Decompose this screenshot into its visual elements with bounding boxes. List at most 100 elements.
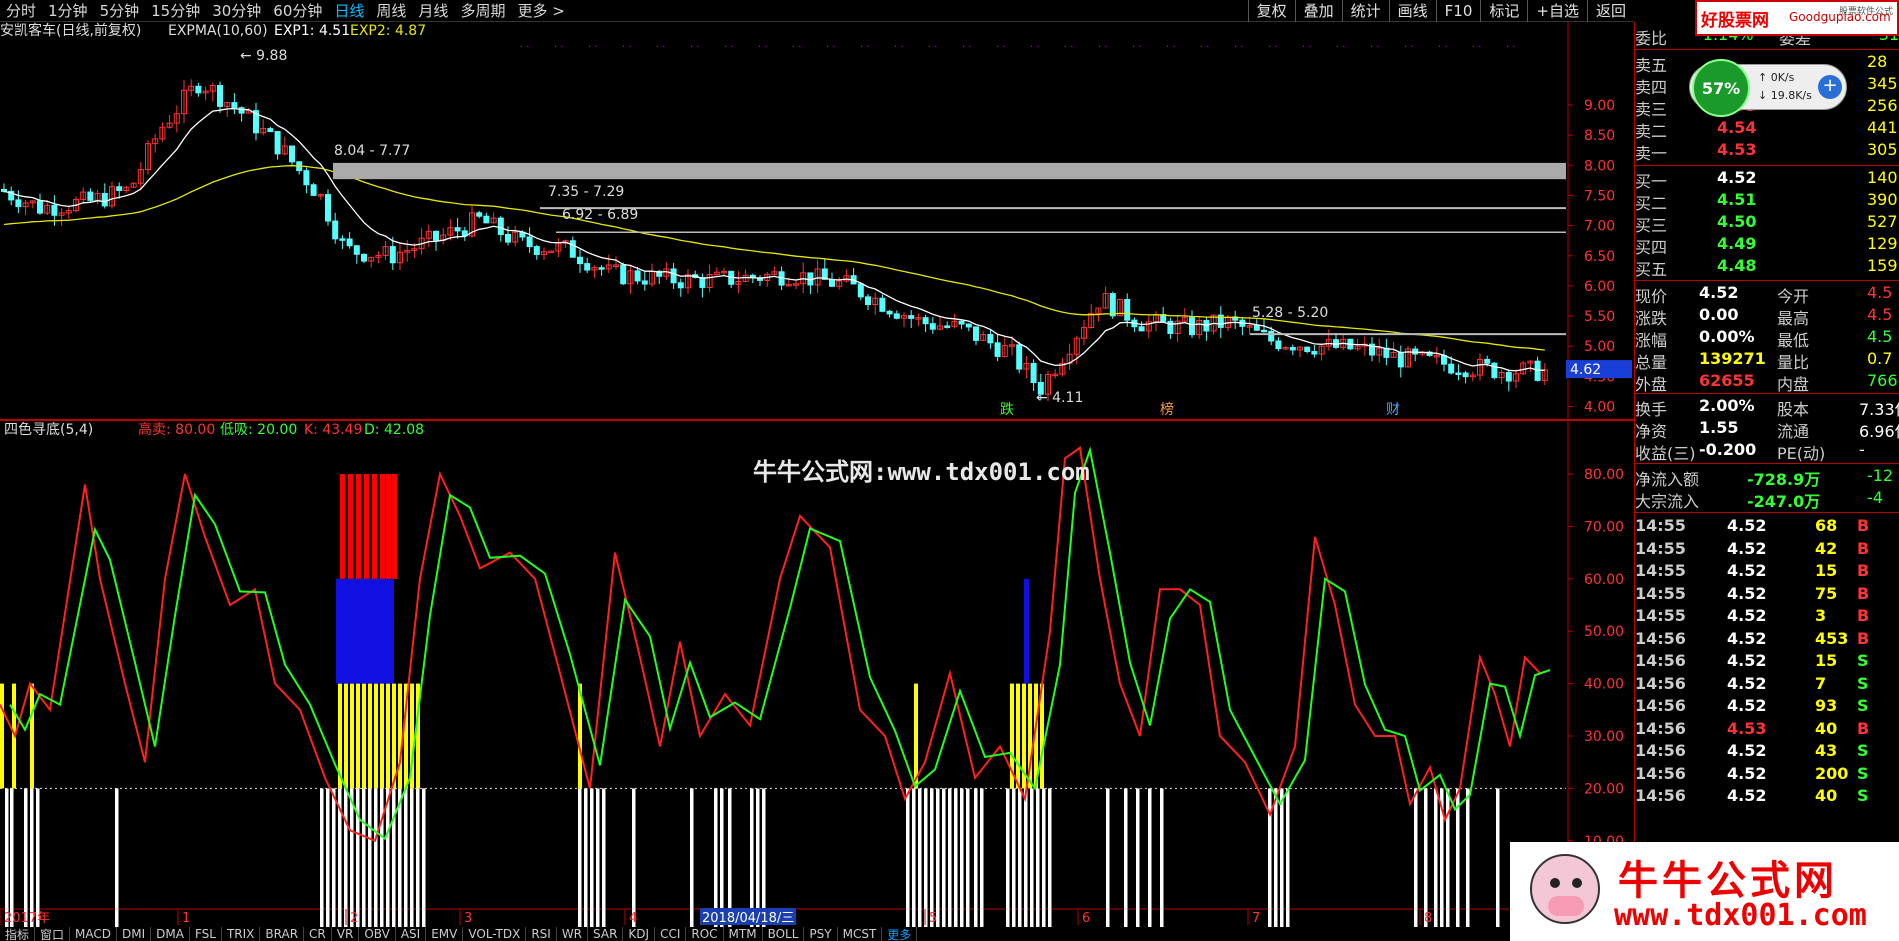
ad-banner-bottom[interactable]: 牛牛公式网 www.tdx001.com	[1510, 842, 1899, 941]
indicator-tab-13[interactable]: VOL-TDX	[463, 927, 527, 941]
period-tab-1[interactable]: 1分钟	[42, 0, 94, 21]
candle-body	[634, 270, 641, 282]
info-dot: · ·	[554, 42, 564, 53]
tick-price: 4.52	[1727, 606, 1767, 625]
tick-price: 4.52	[1727, 763, 1767, 783]
low-zone-bar	[1136, 788, 1140, 927]
candle-body	[922, 317, 929, 325]
indicator-tab-9[interactable]: VR	[332, 927, 360, 941]
buy-price: 4.50	[1717, 212, 1757, 231]
tick-time: 14:56	[1635, 673, 1686, 693]
period-tab-5[interactable]: 60分钟	[267, 0, 328, 21]
buy-price: 4.52	[1717, 168, 1757, 187]
toolbar-button-1[interactable]: 叠加	[1294, 0, 1342, 22]
candle-body	[857, 283, 864, 298]
ind-label: 50.00	[1584, 624, 1624, 640]
tick-time: 14:56	[1635, 763, 1686, 783]
candle-body	[1484, 358, 1491, 364]
indicator-tab-21[interactable]: BOLL	[763, 927, 805, 941]
indicator-tab-4[interactable]: DMA	[151, 927, 190, 941]
tick-volume: 68	[1815, 516, 1838, 535]
d-line	[9, 446, 1551, 841]
tick-row-6: 14:56 4.52 15 S	[1635, 651, 1899, 673]
toolbar-button-3[interactable]: 画线	[1388, 0, 1436, 22]
candle-body	[1397, 351, 1404, 368]
toolbar-button-6[interactable]: +自选	[1527, 0, 1587, 22]
red-zone-bar	[348, 474, 353, 579]
period-tab-3[interactable]: 15分钟	[145, 0, 206, 21]
indicator-tab-14[interactable]: RSI	[526, 927, 557, 941]
toolbar-button-7[interactable]: 返回	[1586, 0, 1634, 22]
info-value: 2.00%	[1699, 396, 1755, 415]
indicator-tab-18[interactable]: CCI	[655, 927, 687, 941]
period-tab-2[interactable]: 5分钟	[94, 0, 146, 21]
period-tab-0[interactable]: 分时	[0, 0, 42, 21]
tick-volume: 42	[1815, 538, 1838, 558]
low-zone-bar	[720, 788, 724, 927]
candle-body	[908, 315, 915, 319]
tick-time: 14:55	[1635, 583, 1686, 603]
plus-icon[interactable]: +	[1818, 75, 1842, 99]
divider	[1635, 393, 1899, 394]
candle-body	[361, 253, 367, 262]
toolbar-button-0[interactable]: 复权	[1247, 0, 1295, 22]
period-tab-6[interactable]: 日线	[328, 0, 370, 21]
flow-value2: -4	[1867, 488, 1883, 507]
toolbar-button-5[interactable]: 标记	[1480, 0, 1527, 22]
blue-zone-block	[336, 578, 394, 684]
tick-time: 14:56	[1635, 628, 1686, 648]
dixi-label: 低吸: 20.00	[220, 422, 297, 438]
indicator-tab-3[interactable]: DMI	[117, 927, 152, 941]
indicator-tab-11[interactable]: ASI	[396, 927, 427, 941]
indicator-tab-2[interactable]: MACD	[70, 927, 118, 941]
period-tab-4[interactable]: 30分钟	[206, 0, 267, 21]
indicator-tab-7[interactable]: BRAR	[260, 927, 305, 941]
indicator-tab-17[interactable]: KDJ	[623, 927, 656, 941]
tick-side: B	[1857, 718, 1870, 738]
indicator-tab-1[interactable]: 窗口	[35, 927, 71, 941]
period-tab-10[interactable]: 更多 >	[511, 0, 570, 21]
indicator-tab-19[interactable]: ROC	[686, 927, 724, 941]
ad-banner-top[interactable]: 好股票网 Goodgupiao.com 股票软件公式	[1695, 0, 1899, 36]
candle-body	[584, 263, 591, 271]
stat-label2: 最低	[1777, 331, 1810, 350]
candle-body	[1261, 329, 1267, 333]
low-zone-bar	[115, 788, 119, 927]
network-gauge[interactable]: 57% ↑ 0K/s ↓ 19.8K/s +	[1689, 59, 1847, 117]
indicator-tab-8[interactable]: CR	[304, 927, 332, 941]
tick-row-2: 14:55 4.52 15 B	[1635, 561, 1899, 583]
indicator-tab-12[interactable]: EMV	[426, 927, 464, 941]
info-dot: · ·	[1064, 42, 1074, 53]
indicator-tab-15[interactable]: WR	[557, 927, 589, 941]
stat-label: 总量	[1635, 353, 1668, 372]
indicator-tab-22[interactable]: PSY	[804, 927, 838, 941]
stat-label2: 最高	[1777, 309, 1810, 328]
sell-label: 卖一	[1635, 144, 1668, 163]
divider	[1635, 165, 1899, 166]
price-label: 8.00	[1584, 158, 1615, 174]
indicator-tab-24[interactable]: 更多	[882, 927, 918, 941]
indicator-tab-6[interactable]: TRIX	[222, 927, 261, 941]
tick-volume: 3	[1815, 606, 1827, 625]
indicator-tab-10[interactable]: OBV	[359, 927, 396, 941]
stat-label2: 量比	[1777, 353, 1810, 372]
price-label: 6.00	[1584, 279, 1615, 295]
info-dot: · ·	[1404, 42, 1414, 53]
period-tab-7[interactable]: 周线	[370, 0, 412, 21]
period-tab-9[interactable]: 多周期	[454, 0, 511, 21]
buy-label: 买五	[1635, 260, 1668, 279]
candle-body	[829, 278, 835, 287]
indicator-tab-20[interactable]: MTM	[724, 927, 763, 941]
indicator-tab-5[interactable]: FSL	[190, 927, 222, 941]
indicator-tab-0[interactable]: 指标	[0, 927, 36, 941]
tick-row-3: 14:55 4.52 75 B	[1635, 584, 1899, 606]
indicator-tab-16[interactable]: SAR	[588, 927, 624, 941]
info-dot: · ·	[1336, 42, 1346, 53]
toolbar-button-4[interactable]: F10	[1435, 0, 1481, 22]
price-label: 7.00	[1584, 219, 1615, 235]
info-row-0: 换手 2.00% 股本 7.33亿	[1635, 396, 1899, 419]
indicator-tab-23[interactable]: MCST	[838, 927, 883, 941]
low-zone-bar	[1006, 788, 1010, 927]
toolbar-button-2[interactable]: 统计	[1341, 0, 1389, 22]
period-tab-8[interactable]: 月线	[412, 0, 454, 21]
